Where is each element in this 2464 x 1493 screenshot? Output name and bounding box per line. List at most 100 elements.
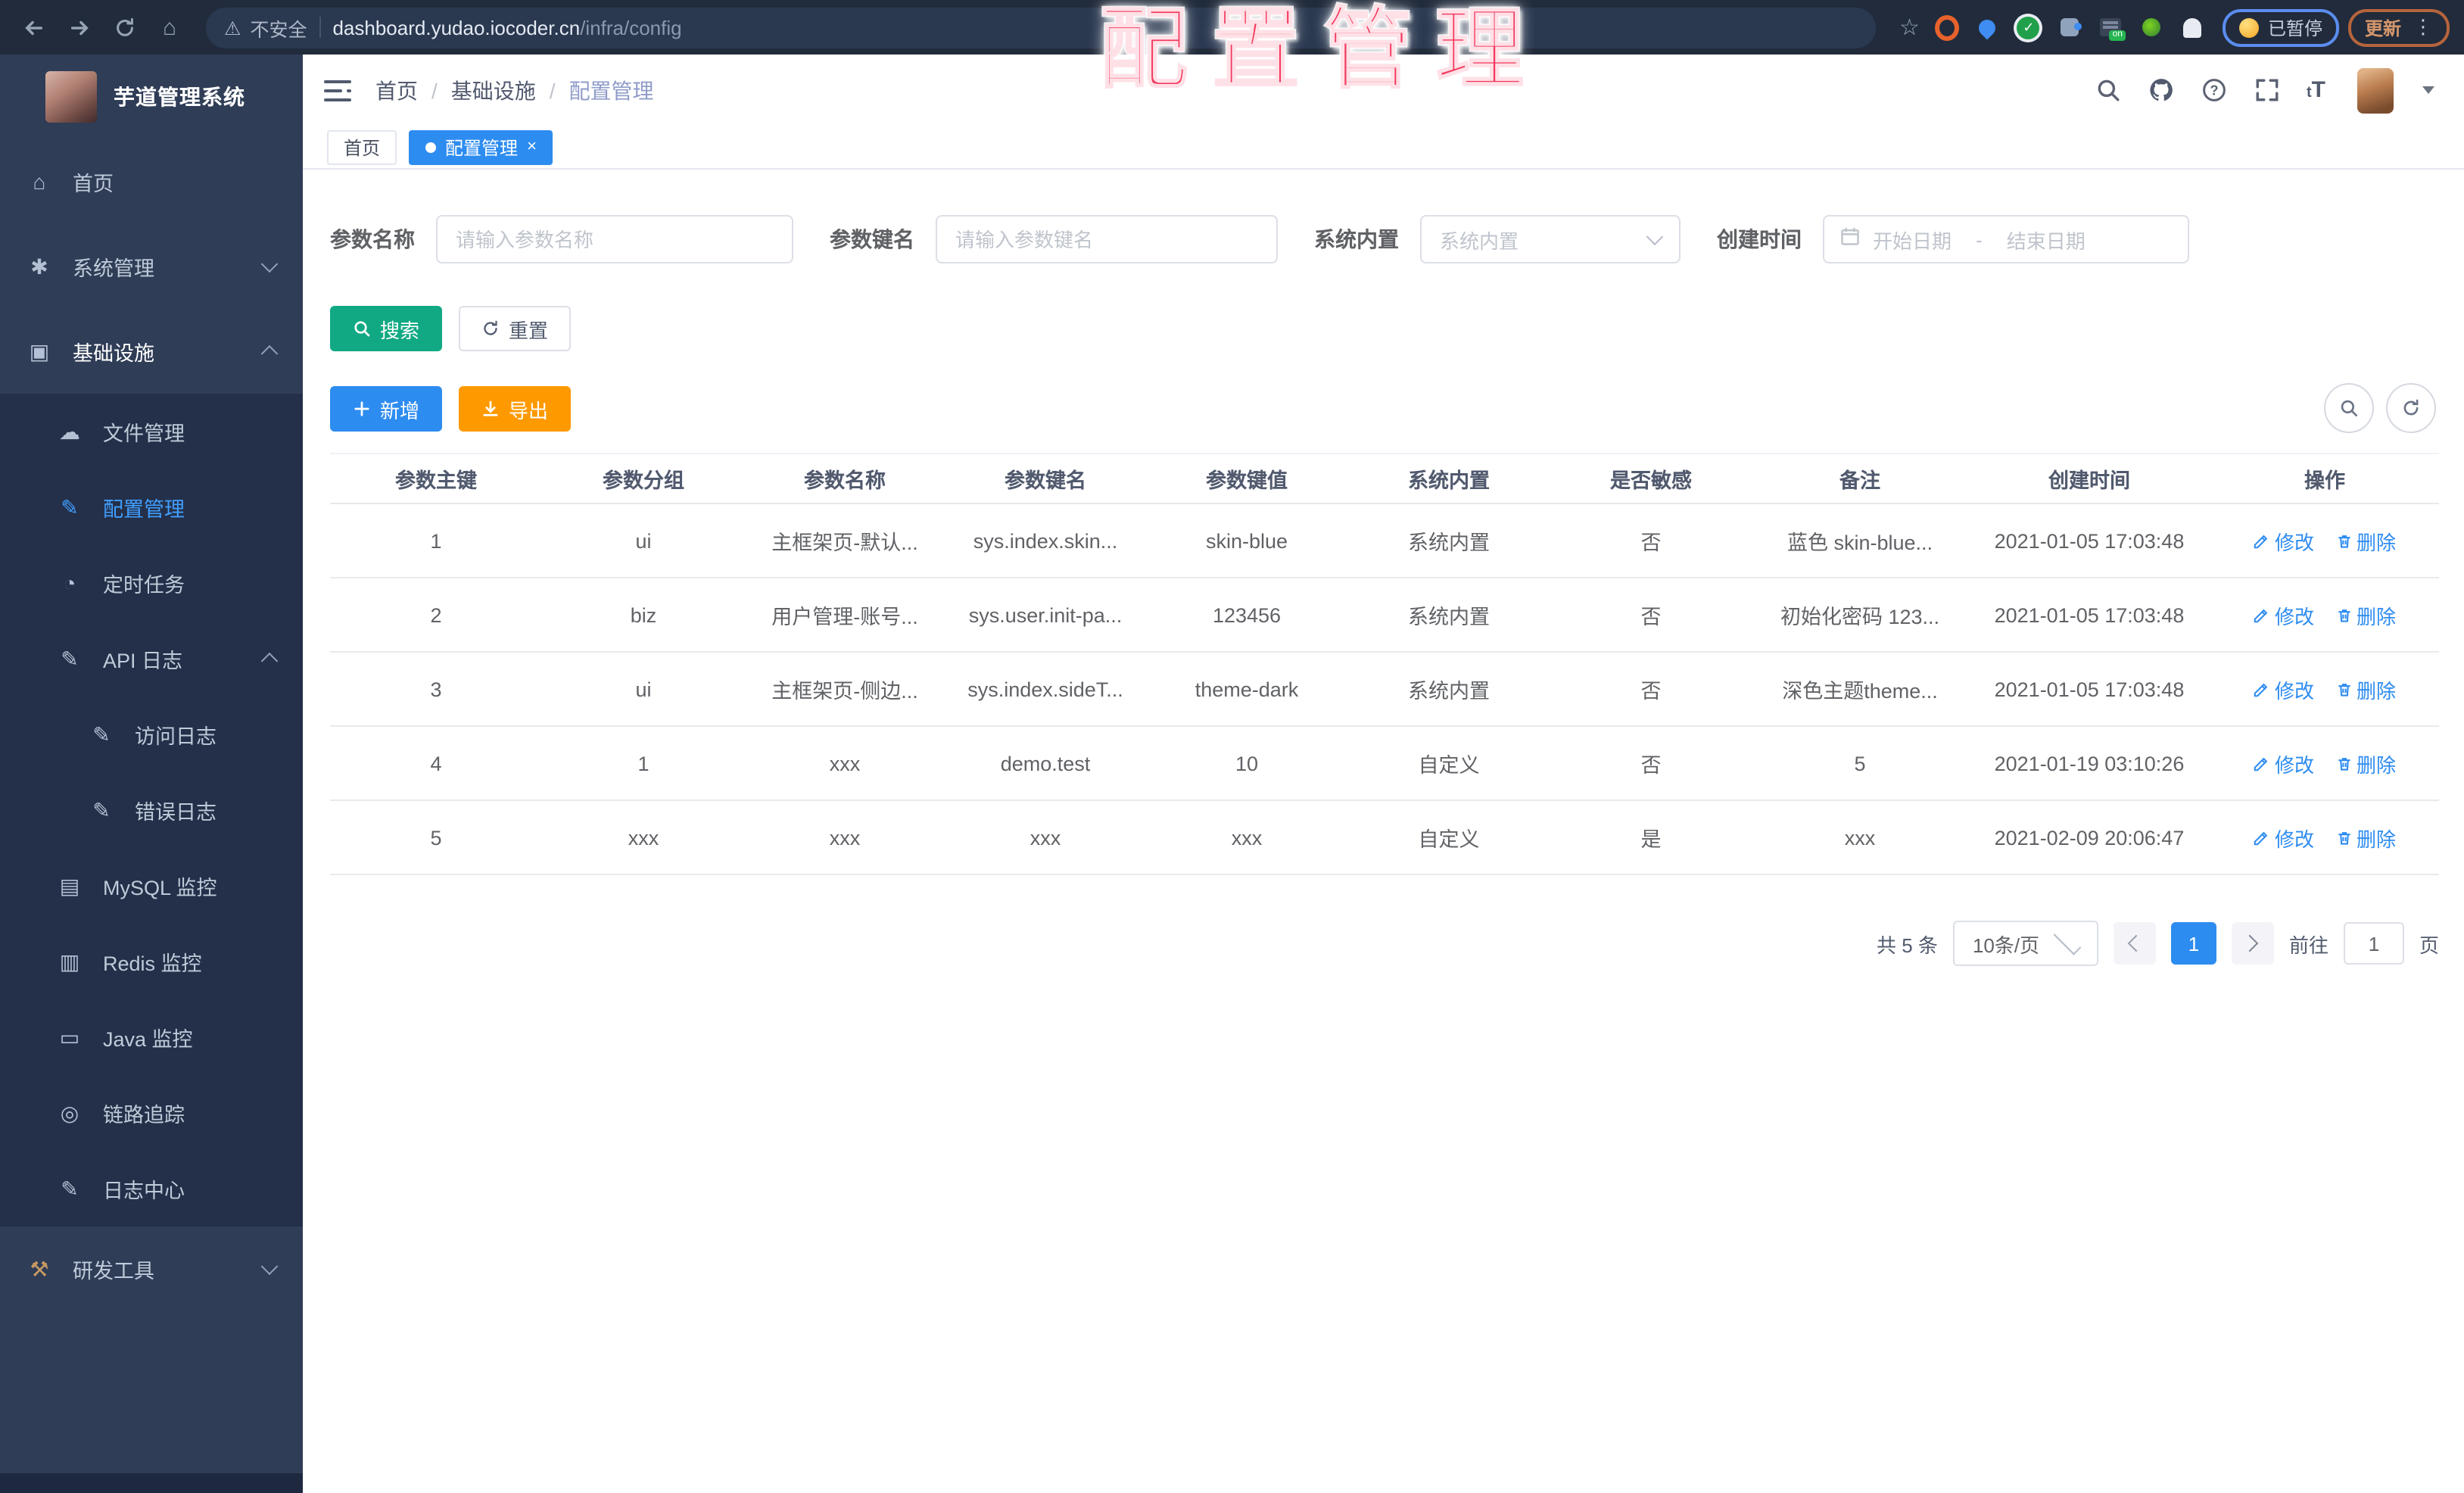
table-cell: xxx — [1146, 800, 1347, 875]
sidebar-item[interactable]: ☁ 文件管理 — [0, 394, 303, 469]
tab-home[interactable]: 首页 — [327, 129, 397, 164]
extension-puzzle-icon[interactable] — [2057, 15, 2082, 39]
builtin-select[interactable]: 系统内置 — [1420, 215, 1681, 263]
bookmark-star-icon[interactable]: ☆ — [1899, 14, 1920, 41]
sidebar-collapse-strip[interactable] — [0, 1473, 303, 1493]
fullscreen-icon[interactable] — [2254, 76, 2281, 104]
page-size-select[interactable]: 10条/页 — [1952, 921, 2098, 966]
edit-link[interactable]: 修改 — [2254, 823, 2314, 852]
goto-page-input[interactable] — [2343, 922, 2404, 965]
table-cell: sys.user.init-pa... — [945, 578, 1146, 653]
sidebar-item-label: 定时任务 — [103, 574, 185, 597]
sidebar-item[interactable]: ◔ 定时任务 — [0, 545, 303, 621]
close-icon[interactable]: × — [527, 138, 537, 155]
edit-link[interactable]: 修改 — [2254, 749, 2314, 778]
forward-icon[interactable] — [61, 9, 97, 45]
delete-link[interactable]: 删除 — [2335, 823, 2396, 852]
font-size-icon[interactable]: tT — [2307, 79, 2325, 101]
param-name-input[interactable] — [436, 215, 793, 263]
sidebar-item[interactable]: ▤ MySQL 监控 — [0, 848, 303, 924]
table-cell: xxx — [1752, 800, 1968, 875]
table-cell: 2 — [330, 578, 542, 653]
delete-link[interactable]: 删除 — [2335, 526, 2396, 555]
sidebar-item[interactable]: ✎ 日志中心 — [0, 1151, 303, 1227]
extension-sprout-icon[interactable] — [2139, 15, 2163, 39]
table-cell: ui — [542, 503, 745, 578]
export-button[interactable]: 导出 — [459, 386, 572, 432]
sidebar-item[interactable]: ✎ 配置管理 — [0, 469, 303, 545]
sidebar-item[interactable]: ⌂ 首页 — [0, 139, 303, 224]
help-icon[interactable]: ? — [2201, 76, 2228, 104]
reset-button[interactable]: 重置 — [459, 306, 572, 351]
table-cell: 系统内置 — [1347, 503, 1550, 578]
sidebar-item-label: MySQL 监控 — [103, 877, 217, 899]
sidebar-item[interactable]: ✎ 访问日志 — [0, 697, 303, 772]
sidebar-item[interactable]: ▥ Redis 监控 — [0, 924, 303, 999]
sidebar-item[interactable]: ▭ Java 监控 — [0, 999, 303, 1075]
add-button[interactable]: 新增 — [330, 386, 443, 432]
date-range-picker[interactable]: 开始日期 - 结束日期 — [1823, 215, 2189, 263]
sidebar-item[interactable]: ✎ 错误日志 — [0, 772, 303, 848]
cloud-icon: ☁ — [59, 419, 80, 443]
breadcrumb: 首页 / 基础设施 / 配置管理 — [375, 75, 654, 105]
table-cell: 2021-01-19 03:10:26 — [1968, 726, 2210, 801]
edit-link[interactable]: 修改 — [2254, 600, 2314, 629]
config-table: 参数主键 参数分组 参数名称 参数键名 参数键值 系统内置 是否敏感 备注 创建… — [330, 453, 2439, 875]
extension-on-badge-icon[interactable] — [2098, 15, 2126, 41]
sidebar-item[interactable]: ◎ 链路追踪 — [0, 1075, 303, 1151]
builtin-label: 系统内置 — [1314, 227, 1399, 251]
sidebar-item[interactable]: ✎ API 日志 — [0, 621, 303, 697]
github-icon[interactable] — [2148, 76, 2175, 104]
app-header: 首页 / 基础设施 / 配置管理 ? tT — [303, 55, 2464, 126]
refresh-button[interactable] — [2386, 383, 2436, 433]
home-icon[interactable]: ⌂ — [151, 9, 188, 45]
param-key-input[interactable] — [936, 215, 1278, 263]
next-page-button[interactable] — [2231, 922, 2274, 965]
security-label: 不安全 — [250, 19, 307, 40]
search-icon[interactable] — [2095, 76, 2122, 104]
sidebar-item-label: 链路追踪 — [103, 1104, 185, 1127]
sidebar-item-label: 研发工具 — [73, 1260, 154, 1283]
toggle-search-button[interactable] — [2324, 383, 2374, 433]
param-name-label: 参数名称 — [330, 227, 415, 251]
back-icon[interactable] — [15, 9, 51, 45]
breadcrumb-infra[interactable]: 基础设施 — [451, 75, 536, 105]
menu-kebab-icon[interactable]: ⋮ — [2413, 15, 2433, 39]
tab-config[interactable]: 配置管理 × — [409, 129, 553, 164]
sidebar-item[interactable]: ✱ 系统管理 — [0, 224, 303, 309]
sidebar-item-label: 首页 — [73, 173, 114, 195]
search-actions-row: 搜索 重置 — [330, 306, 2439, 351]
edit-link[interactable]: 修改 — [2254, 526, 2314, 555]
search-button[interactable]: 搜索 — [330, 306, 443, 351]
table-cell: 否 — [1550, 578, 1752, 653]
hamburger-icon[interactable] — [324, 79, 351, 101]
reload-icon[interactable] — [106, 9, 142, 45]
security-chip[interactable]: ⚠ 不安全 — [224, 13, 307, 42]
date-separator: - — [1976, 228, 1983, 251]
edit-link[interactable]: 修改 — [2254, 675, 2314, 703]
delete-link[interactable]: 删除 — [2335, 749, 2396, 778]
extension-check-icon[interactable]: ✓ — [2017, 15, 2041, 39]
extension-white-icon[interactable] — [2180, 15, 2204, 39]
table-cell-actions: 修改 删除 — [2210, 503, 2439, 578]
end-date-placeholder: 结束日期 — [2006, 229, 2086, 252]
profile-paused-chip[interactable]: 已暂停 — [2222, 8, 2339, 46]
extension-orange-icon[interactable] — [1934, 14, 1959, 40]
extension-pin-icon[interactable] — [1976, 15, 2000, 39]
delete-link[interactable]: 删除 — [2335, 675, 2396, 703]
address-bar[interactable]: ⚠ 不安全 dashboard.yudao.iocoder.cn/infra/c… — [206, 7, 1876, 48]
current-page[interactable]: 1 — [2170, 922, 2216, 965]
table-header-row: 参数主键 参数分组 参数名称 参数键名 参数键值 系统内置 是否敏感 备注 创建… — [330, 453, 2439, 504]
breadcrumb-home[interactable]: 首页 — [375, 75, 418, 105]
sidebar-item[interactable]: ▣ 基础设施 — [0, 309, 303, 394]
app-title: 芋道管理系统 — [114, 85, 245, 109]
prev-page-button[interactable] — [2113, 922, 2156, 965]
redis-icon: ▥ — [59, 949, 80, 973]
browser-update-button[interactable]: 更新 ⋮ — [2347, 8, 2450, 46]
app-logo-row[interactable]: 芋道管理系统 — [0, 55, 303, 139]
sidebar-item[interactable]: ⚒ 研发工具 — [0, 1227, 303, 1311]
chevron-down-icon[interactable] — [2422, 86, 2434, 94]
config-table-body: 1 ui 主框架页-默认... sys.index.skin... skin-b… — [330, 503, 2439, 875]
delete-link[interactable]: 删除 — [2335, 600, 2396, 629]
user-avatar[interactable] — [2357, 67, 2394, 113]
